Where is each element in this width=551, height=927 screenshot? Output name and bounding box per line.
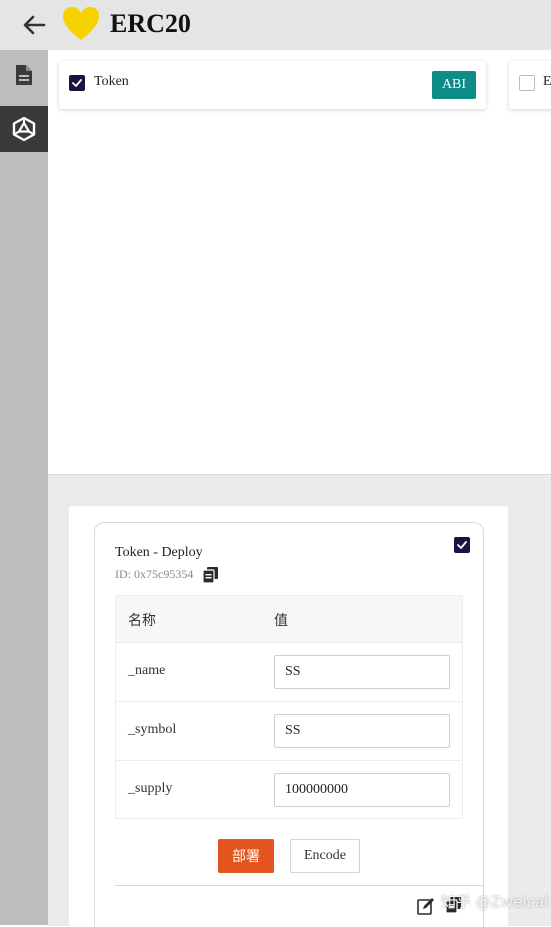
edit-icon [417, 898, 434, 915]
contract-checkbox-second[interactable] [519, 75, 535, 91]
contract-label-token: Token [94, 74, 129, 89]
contract-card-token[interactable]: Token ABI [59, 61, 486, 109]
param-value-input[interactable] [274, 655, 450, 689]
param-name: _symbol [128, 722, 177, 737]
deploy-checkbox[interactable] [454, 537, 470, 553]
encode-button[interactable]: Encode [290, 839, 360, 873]
sidebar-item-solidity[interactable] [0, 106, 48, 152]
col-header-name: 名称 [128, 614, 156, 629]
abi-button[interactable]: ABI [432, 71, 476, 99]
table-row: _supply [116, 761, 462, 818]
deploy-id: ID: 0x75c95354 [115, 567, 194, 581]
table-row: _symbol [116, 702, 462, 761]
param-value-input[interactable] [274, 714, 450, 748]
col-header-value: 值 [274, 614, 288, 629]
contract-checkbox-token[interactable] [69, 75, 85, 91]
contract-tab-bar: Token ABI E [48, 50, 551, 114]
params-header: 名称 值 [116, 596, 462, 643]
deploy-title: Token - Deploy [115, 545, 203, 560]
params-table: 名称 值 _name _symbol _supply [115, 595, 463, 819]
deploy-card: Token - Deploy ID: 0x75c95354 名称 值 _name… [94, 522, 484, 927]
main-content: Token ABI E Token - Deploy ID: 0x75c9535… [48, 50, 551, 927]
back-button[interactable] [18, 10, 50, 40]
check-icon [72, 79, 82, 87]
contract-card-second[interactable]: E [509, 61, 551, 109]
param-name: _supply [128, 781, 173, 796]
heart-icon [63, 7, 99, 40]
copy-id-button[interactable] [202, 567, 218, 588]
solidity-icon [12, 116, 36, 142]
sidebar-item-files[interactable] [0, 52, 48, 98]
deploy-area: Token - Deploy ID: 0x75c95354 名称 值 _name… [48, 474, 551, 927]
top-bar: ERC20 [0, 0, 551, 50]
contract-label-second: E [543, 74, 551, 89]
check-icon [457, 541, 467, 549]
sidebar [0, 50, 48, 925]
deploy-panel: Token - Deploy ID: 0x75c95354 名称 值 _name… [69, 506, 508, 927]
file-icon [16, 65, 32, 85]
edit-button[interactable] [417, 897, 435, 920]
deploy-button[interactable]: 部署 [218, 839, 274, 873]
param-value-input[interactable] [274, 773, 450, 807]
table-row: _name [116, 643, 462, 702]
divider [115, 885, 483, 886]
copy-icon [202, 567, 218, 584]
app-title: ERC20 [110, 9, 191, 38]
watermark: 知乎 @Zweicai [441, 893, 549, 911]
arrow-left-icon [23, 15, 46, 35]
param-name: _name [128, 663, 166, 678]
